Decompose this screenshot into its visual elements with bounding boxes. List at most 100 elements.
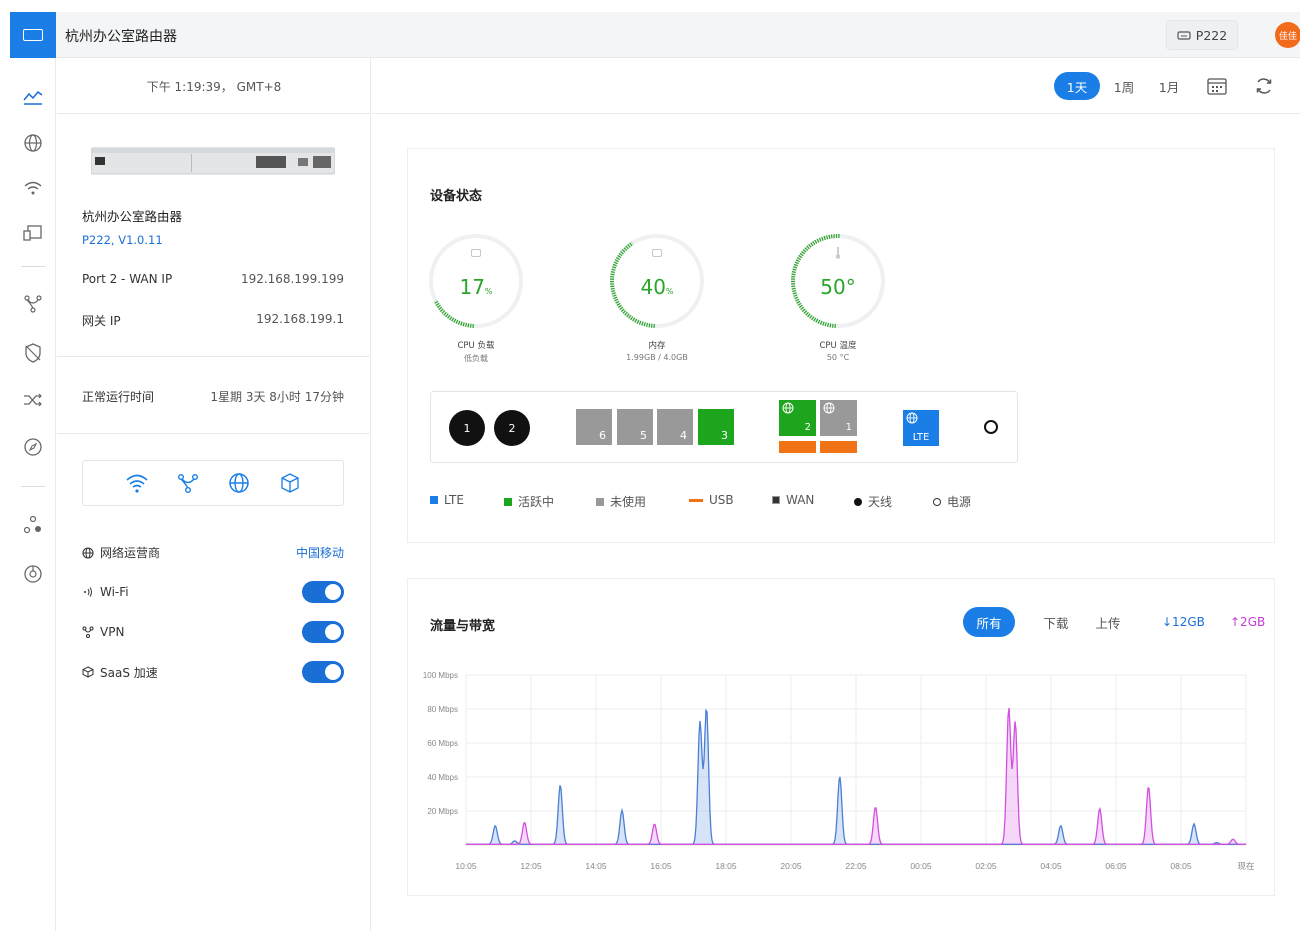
antenna-1[interactable]: 1 [449, 410, 485, 446]
usb-indicator [779, 441, 816, 453]
x-tick-label: 22:05 [845, 861, 867, 871]
globe-icon [823, 402, 835, 414]
vpn-toggle-row: VPN [82, 621, 344, 643]
wifi-label: Wi-Fi [100, 585, 129, 599]
y-tick-label: 20 Mbps [427, 807, 458, 816]
traffic-chart: 100 Mbps 80 Mbps 60 Mbps 40 Mbps 20 Mbps 10:0… [423, 671, 1255, 871]
wifi-icon[interactable] [125, 472, 149, 494]
port-6[interactable]: 6 [576, 409, 612, 445]
uptime-label: 正常运行时间 [82, 390, 155, 404]
device-model-link[interactable]: P222, V1.0.11 [82, 233, 163, 247]
temperature-sublabel: 50 °C [826, 353, 850, 362]
unused-swatch [596, 497, 604, 506]
settings-icon[interactable] [21, 562, 45, 586]
x-tick-label: 10:05 [455, 861, 477, 871]
topology-icon[interactable] [21, 513, 45, 537]
wifi-icon[interactable] [21, 176, 45, 200]
operator-row: 网络运营商 中国移动 [82, 544, 344, 561]
vpn-toggle[interactable] [302, 621, 344, 643]
range-1-day[interactable]: 1天 [1054, 72, 1100, 100]
legend-antenna: 天线 [854, 493, 892, 510]
filter-download[interactable]: 下载 [1036, 607, 1076, 637]
device-status-title: 设备状态 [430, 189, 483, 204]
port-4[interactable]: 4 [657, 409, 693, 445]
shield-icon[interactable] [21, 341, 45, 365]
legend-active: 活跃中 [504, 493, 554, 510]
refresh-icon[interactable] [1249, 72, 1279, 100]
filter-upload[interactable]: 上传 [1088, 607, 1128, 637]
router-icon [1177, 31, 1191, 40]
lte-swatch [430, 496, 438, 504]
port-3[interactable]: 3 [698, 409, 734, 445]
time-range-bar: 1天 1周 1月 [372, 58, 1300, 114]
divider [57, 356, 371, 357]
calendar-icon[interactable] [1202, 72, 1232, 100]
cube-icon [82, 666, 94, 678]
wan-ip-row: Port 2 - WAN IP 192.168.199.199 [82, 272, 344, 286]
memory-label: 内存 [648, 341, 666, 351]
temperature-value: 50° [820, 275, 856, 299]
port-5[interactable]: 5 [617, 409, 653, 445]
x-tick-label: 04:05 [1040, 861, 1062, 871]
vpn-icon[interactable] [176, 472, 200, 494]
uptime-value: 1星期 3天 8小时 17分钟 [210, 390, 344, 404]
feature-icons-box [82, 460, 344, 506]
clock: 下午 1:19:39， GMT+8 [146, 80, 282, 94]
x-tick-label: 00:05 [910, 861, 932, 871]
temperature-gauge: 50° CPU 温度 50 °C [788, 231, 888, 371]
gateway-ip-value: 192.168.199.1 [256, 312, 344, 326]
x-tick-label: 16:05 [650, 861, 672, 871]
antenna-swatch [854, 497, 862, 506]
legend-wan: WAN [772, 493, 814, 507]
cpu-value: 17% [459, 275, 493, 299]
upload-total: ↑2GB [1230, 615, 1266, 629]
saas-label: SaaS 加速 [100, 665, 158, 680]
wan-port-2-label: 2 [804, 422, 811, 433]
memory-value: 40% [640, 275, 674, 299]
device-status-card: 设备状态 17% CPU 负载 低负载 40% 内存 1.99GB / 4.0G… [407, 148, 1275, 543]
range-1-month[interactable]: 1月 [1152, 72, 1186, 100]
x-tick-label: 02:05 [975, 861, 997, 871]
cpu-icon [471, 249, 481, 257]
wan-port-1[interactable]: 1 [820, 400, 857, 436]
operator-value[interactable]: 中国移动 [296, 544, 344, 561]
range-1-week[interactable]: 1周 [1107, 72, 1141, 100]
download-total: ↓12GB [1162, 615, 1205, 629]
traffic-bandwidth-card: 流量与带宽 所有 下载 上传 ↓12GB ↑2GB 100 Mbps 80 Mbp… [407, 578, 1275, 896]
cube-icon[interactable] [278, 472, 302, 494]
antenna-2[interactable]: 2 [494, 410, 530, 446]
device-image [91, 147, 335, 175]
filter-all[interactable]: 所有 [963, 607, 1015, 637]
x-tick-label: 14:05 [585, 861, 607, 871]
devices-icon[interactable] [21, 221, 45, 245]
x-tick-label: 20:05 [780, 861, 802, 871]
app-menu-button[interactable] [10, 12, 56, 58]
lte-port[interactable]: LTE [903, 410, 939, 446]
x-tick-label: 06:05 [1105, 861, 1127, 871]
device-selector-button[interactable]: P222 [1166, 20, 1238, 50]
active-swatch [504, 497, 512, 506]
compass-icon[interactable] [21, 435, 45, 459]
operator-label: 网络运营商 [100, 546, 161, 560]
shuffle-icon[interactable] [21, 388, 45, 412]
avatar[interactable]: 佳佳 [1275, 22, 1300, 48]
vpn-label: VPN [100, 625, 125, 639]
nav-divider [21, 266, 45, 267]
nav-divider [21, 486, 45, 487]
saas-toggle[interactable] [302, 661, 344, 683]
wan-port-2[interactable]: 2 [779, 400, 816, 436]
globe-icon[interactable] [227, 472, 251, 494]
device-chip-label: P222 [1195, 27, 1228, 43]
chart-icon[interactable] [21, 84, 45, 108]
usb-indicator [820, 441, 857, 453]
top-bar: 杭州办公室路由器 P222 佳佳 [10, 12, 1300, 58]
vpn-icon[interactable] [21, 292, 45, 316]
memory-sublabel: 1.99GB / 4.0GB [626, 353, 688, 362]
wan-ip-value: 192.168.199.199 [240, 272, 344, 286]
memory-icon [652, 249, 662, 257]
cpu-label: CPU 负载 [457, 341, 495, 351]
wifi-toggle[interactable] [302, 581, 344, 603]
globe-icon [906, 412, 918, 424]
globe-icon[interactable] [21, 131, 45, 155]
uptime-row: 正常运行时间 1星期 3天 8小时 17分钟 [82, 388, 344, 405]
